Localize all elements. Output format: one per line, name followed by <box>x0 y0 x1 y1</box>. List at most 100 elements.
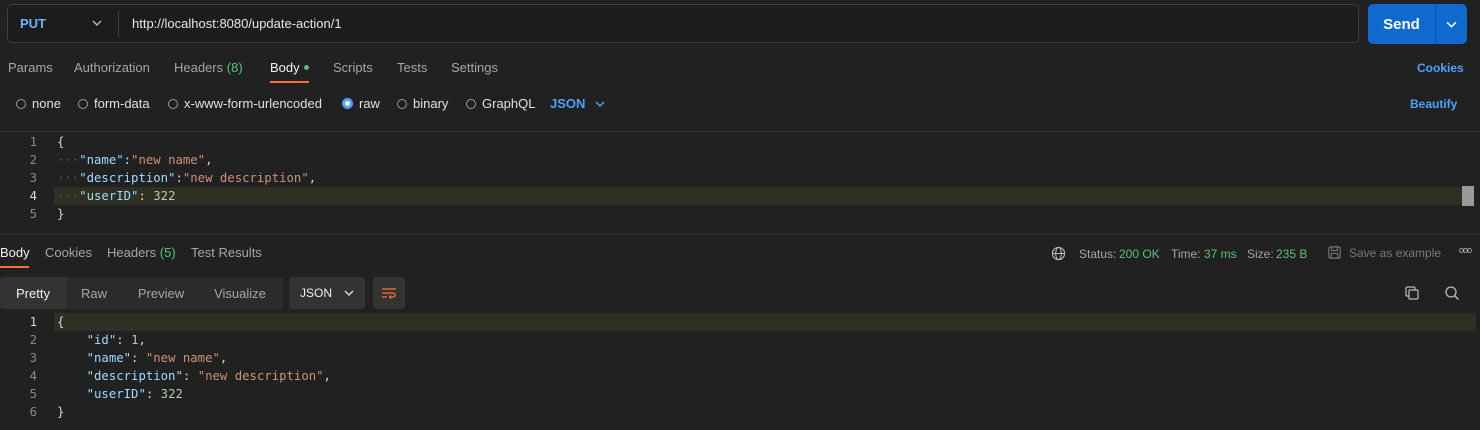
divider <box>0 131 1480 132</box>
line-number: 2 <box>29 333 37 347</box>
more-options-icon[interactable]: ooo <box>1459 245 1472 255</box>
beautify-link[interactable]: Beautify <box>1410 97 1457 111</box>
send-options-button[interactable] <box>1436 4 1467 44</box>
code-line[interactable]: "userID": 322 <box>57 387 183 401</box>
json-brace: } <box>57 207 65 221</box>
json-string: "new description" <box>197 369 324 383</box>
save-as-example-button[interactable]: Save as example <box>1349 246 1441 260</box>
body-format-label: JSON <box>550 96 586 111</box>
save-icon <box>1327 245 1342 263</box>
response-tab-headers[interactable]: Headers (5) <box>107 245 176 260</box>
tab-body[interactable]: Body <box>270 60 309 75</box>
chevron-down-icon <box>595 101 605 107</box>
json-number: 322 <box>160 387 183 401</box>
body-format-select[interactable]: JSON <box>550 96 605 111</box>
current-line-highlight <box>54 187 1464 205</box>
radio-raw-label: raw <box>359 96 380 111</box>
tab-scripts[interactable]: Scripts <box>333 60 373 75</box>
radio-circle-icon <box>397 98 407 109</box>
line-number: 2 <box>29 153 37 167</box>
tab-headers-label: Headers <box>174 60 224 75</box>
chevron-down-icon <box>92 20 102 26</box>
view-pretty[interactable]: Pretty <box>0 277 66 309</box>
method-label: PUT <box>20 16 46 31</box>
tab-settings[interactable]: Settings <box>451 60 498 75</box>
copy-icon[interactable] <box>1404 285 1420 304</box>
code-line[interactable]: ···"userID": 322 <box>57 189 175 203</box>
radio-binary[interactable]: binary <box>397 96 448 111</box>
code-line[interactable]: } <box>57 405 64 419</box>
tab-body-label: Body <box>270 60 300 75</box>
radio-form-data[interactable]: form-data <box>78 96 150 111</box>
json-key: "description" <box>86 369 183 383</box>
radio-urlencoded[interactable]: x-www-form-urlencoded <box>168 96 322 111</box>
line-number: 3 <box>29 171 37 185</box>
json-key: "name" <box>86 351 132 365</box>
code-line[interactable]: } <box>57 207 64 221</box>
url-bar: PUT http://localhost:8080/update-action/… <box>7 4 1359 43</box>
url-input[interactable]: http://localhost:8080/update-action/1 <box>132 16 342 31</box>
json-key: "userID" <box>79 189 139 203</box>
status-value[interactable]: 200 OK <box>1119 247 1160 261</box>
radio-graphql-label: GraphQL <box>482 96 536 111</box>
wrap-lines-button[interactable] <box>373 277 405 309</box>
search-icon[interactable] <box>1444 285 1460 304</box>
response-tab-test-results[interactable]: Test Results <box>191 245 262 260</box>
pane-resize-handle[interactable] <box>0 233 1480 235</box>
headers-count: (8) <box>226 60 243 75</box>
view-raw[interactable]: Raw <box>70 277 118 309</box>
response-tab-cookies[interactable]: Cookies <box>45 245 92 260</box>
tab-params[interactable]: Params <box>8 60 53 75</box>
time-value[interactable]: 37 ms <box>1204 247 1237 261</box>
radio-raw[interactable]: raw <box>342 96 380 111</box>
code-line[interactable]: { <box>57 135 64 149</box>
code-line[interactable]: "id": 1, <box>57 333 146 347</box>
time-label: Time: <box>1171 247 1201 261</box>
code-line[interactable]: "description": "new description", <box>57 369 331 383</box>
headers-count: (5) <box>159 245 176 260</box>
method-select[interactable]: PUT <box>8 5 118 42</box>
json-key: "id" <box>86 333 117 347</box>
response-tab-body[interactable]: Body <box>0 245 30 260</box>
status-label: Status: <box>1079 247 1117 261</box>
whitespace-dots: ··· <box>57 171 80 185</box>
tab-authorization[interactable]: Authorization <box>74 60 150 75</box>
tab-tests[interactable]: Tests <box>397 60 427 75</box>
code-line[interactable]: ···"name":"new name", <box>57 153 213 167</box>
code-line[interactable]: "name": "new name", <box>57 351 228 365</box>
radio-form-data-label: form-data <box>94 96 150 111</box>
cookies-link[interactable]: Cookies <box>1417 61 1464 75</box>
radio-circle-icon <box>16 98 26 109</box>
code-line[interactable]: { <box>57 315 64 329</box>
radio-none-label: none <box>32 96 61 111</box>
chevron-down-icon <box>344 290 354 296</box>
editor-scrollbar[interactable] <box>1462 186 1474 206</box>
view-visualize[interactable]: Visualize <box>204 277 276 309</box>
response-format-label: JSON <box>299 286 332 300</box>
json-key: "userID" <box>86 387 146 401</box>
line-number: 4 <box>29 189 37 203</box>
response-format-select[interactable]: JSON <box>289 277 365 309</box>
send-button[interactable]: Send <box>1368 4 1435 44</box>
line-number: 1 <box>29 315 37 329</box>
whitespace-dots: ··· <box>57 189 80 203</box>
line-number: 5 <box>29 387 37 401</box>
radio-selected-icon <box>342 98 353 109</box>
view-preview[interactable]: Preview <box>128 277 194 309</box>
radio-graphql[interactable]: GraphQL <box>466 96 535 111</box>
globe-icon[interactable] <box>1051 246 1066 264</box>
radio-circle-icon <box>466 98 476 109</box>
code-line[interactable]: ···"description":"new description", <box>57 171 316 185</box>
line-number: 3 <box>29 351 37 365</box>
json-brace: { <box>57 315 65 329</box>
send-button-group: Send <box>1368 4 1467 44</box>
radio-urlencoded-label: x-www-form-urlencoded <box>184 96 322 111</box>
tab-headers[interactable]: Headers (8) <box>174 60 243 75</box>
whitespace-dots: ··· <box>57 153 80 167</box>
size-value[interactable]: 235 B <box>1276 247 1307 261</box>
radio-none[interactable]: none <box>16 96 61 111</box>
json-key: "name" <box>79 153 124 167</box>
json-key: "description" <box>79 171 176 185</box>
json-number: 322 <box>153 189 176 203</box>
size-label: Size: <box>1247 247 1274 261</box>
